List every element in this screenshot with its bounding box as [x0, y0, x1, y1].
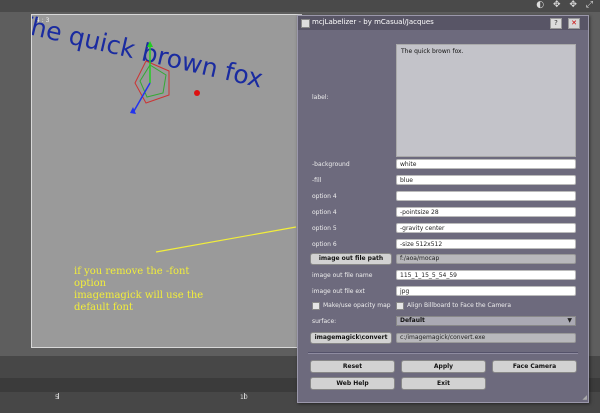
annotation-line: imagemagick will use the [74, 290, 204, 301]
labelizer-dialog: mcjLabelizer - by mCasual/Jacques ? ✕ la… [297, 15, 589, 403]
chevron-down-icon: ▼ [567, 317, 572, 324]
option-4-caption: option 4 [312, 193, 337, 200]
dialog-title-bar[interactable]: mcjLabelizer - by mCasual/Jacques ? ✕ [298, 16, 588, 30]
option-6-caption: option 6 [312, 241, 337, 248]
option-4-field[interactable] [396, 191, 576, 201]
gravity-field[interactable]: -gravity center [396, 223, 576, 233]
align-billboard-checkbox[interactable] [396, 302, 404, 310]
background-caption: -background [312, 161, 350, 168]
web-help-button[interactable]: Web Help [310, 377, 395, 390]
label-textarea[interactable]: The quick brown fox. [396, 44, 576, 157]
convert-exe-path-field: c:/imagemagick/convert.exe [396, 333, 576, 343]
out-name-field[interactable]: 115_1_15_5_54_59 [396, 270, 576, 280]
dialog-divider [308, 352, 578, 354]
out-ext-caption: image out file ext [312, 288, 365, 295]
timeline-tick-label: 10 [240, 394, 248, 401]
option-5-caption: option 5 [312, 225, 337, 232]
annotation-line: default font [74, 302, 133, 313]
app-icon [301, 19, 310, 28]
out-ext-field[interactable]: jpg [396, 286, 576, 296]
fill-field[interactable]: blue [396, 175, 576, 185]
help-button[interactable]: ? [550, 18, 562, 29]
image-out-path-field: f:/aoa/mocap [396, 254, 576, 264]
annotation-pointer-line [155, 226, 297, 253]
align-billboard-label: Align Billboard to Face the Camera [407, 302, 512, 309]
convert-exe-button[interactable]: imagemagick\convert [310, 332, 392, 344]
annotation-line: if you remove the -font option [74, 266, 190, 289]
apply-button[interactable]: Apply [401, 360, 486, 373]
annotation-note: if you remove the -font option imagemagi… [74, 266, 224, 314]
dialog-title: mcjLabelizer - by mCasual/Jacques [312, 18, 434, 26]
background-field[interactable]: white [396, 159, 576, 169]
surface-select[interactable]: Default ▼ [396, 316, 576, 326]
opacity-map-checkbox[interactable] [312, 302, 320, 310]
surface-selected-value: Default [400, 317, 425, 324]
surface-caption: surface: [312, 318, 337, 325]
out-name-caption: image out file name [312, 272, 373, 279]
viewport-tools-icons[interactable]: ◐ ✥ ✥ ⤢ [536, 0, 596, 10]
close-button[interactable]: ✕ [568, 18, 580, 29]
opacity-map-label: Make/use opacity map [323, 302, 391, 309]
pointsize-field[interactable]: -pointsize 28 [396, 207, 576, 217]
exit-button[interactable]: Exit [401, 377, 486, 390]
fill-caption: -fill [312, 177, 322, 184]
timeline-tick-label: 5 [55, 394, 59, 401]
face-camera-button[interactable]: Face Camera [492, 360, 577, 373]
resize-grip-icon[interactable]: ◢ [582, 394, 587, 401]
top-toolbar: ◐ ✥ ✥ ⤢ [0, 0, 600, 12]
image-out-path-button[interactable]: image out file path [310, 253, 392, 265]
label-caption: label: [312, 94, 329, 101]
reset-button[interactable]: Reset [310, 360, 395, 373]
size-field[interactable]: -size 512x512 [396, 239, 576, 249]
scene-3d-text: The quick brown fox [32, 15, 266, 94]
option-4b-caption: option 4 [312, 209, 337, 216]
